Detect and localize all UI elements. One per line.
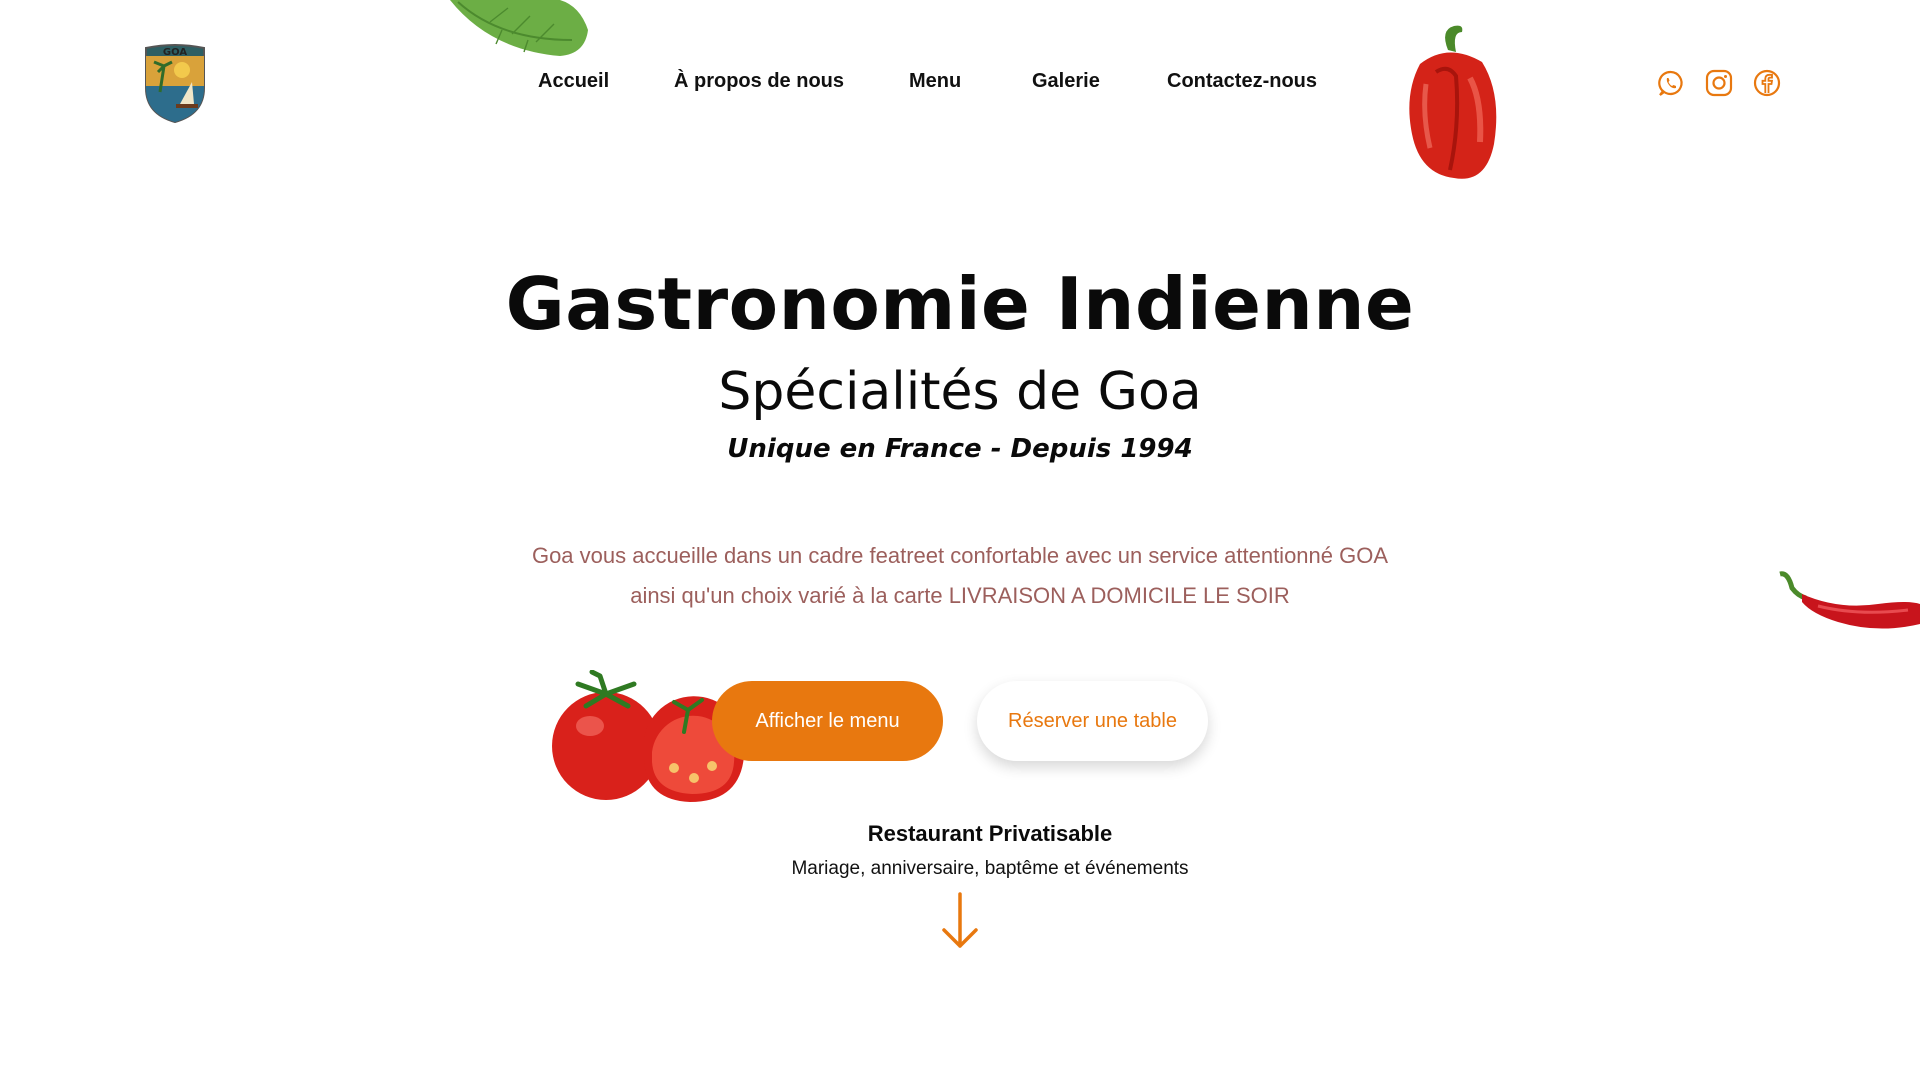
mint-leaf-image [450,0,590,60]
description-line-1: Goa vous accueille dans un cadre featree… [531,543,1389,568]
main-nav: Accueil À propos de nous Menu Galerie Co… [0,70,1920,100]
hero-title: Gastronomie Indienne [505,262,1415,346]
nav-contact[interactable]: Contactez-nous [1167,70,1317,93]
nav-accueil[interactable]: Accueil [538,70,609,93]
private-restaurant-text: Mariage, anniversaire, baptême et événem… [791,858,1189,879]
instagram-icon[interactable] [1705,69,1733,97]
show-menu-button[interactable]: Afficher le menu [712,681,943,761]
svg-text:GOA: GOA [163,47,187,58]
description-line-2: ainsi qu'un choix varié à la carte LIVRA… [630,583,1290,608]
hero-description: Goa vous accueille dans un cadre featree… [460,536,1460,616]
scroll-down-arrow-icon[interactable] [940,892,980,950]
book-table-button[interactable]: Réserver une table [977,681,1208,761]
bell-pepper-image [1390,24,1510,184]
private-restaurant-title: Restaurant Privatisable [867,821,1113,846]
hero-tagline: Unique en France - Depuis 1994 [727,434,1193,464]
hero-subtitle: Spécialités de Goa [718,362,1202,422]
whatsapp-icon[interactable] [1657,69,1685,97]
facebook-icon[interactable] [1753,69,1781,97]
nav-a-propos[interactable]: À propos de nous [674,70,844,93]
nav-galerie[interactable]: Galerie [1032,70,1100,93]
chili-pepper-image [1778,570,1920,640]
nav-menu[interactable]: Menu [909,70,961,93]
